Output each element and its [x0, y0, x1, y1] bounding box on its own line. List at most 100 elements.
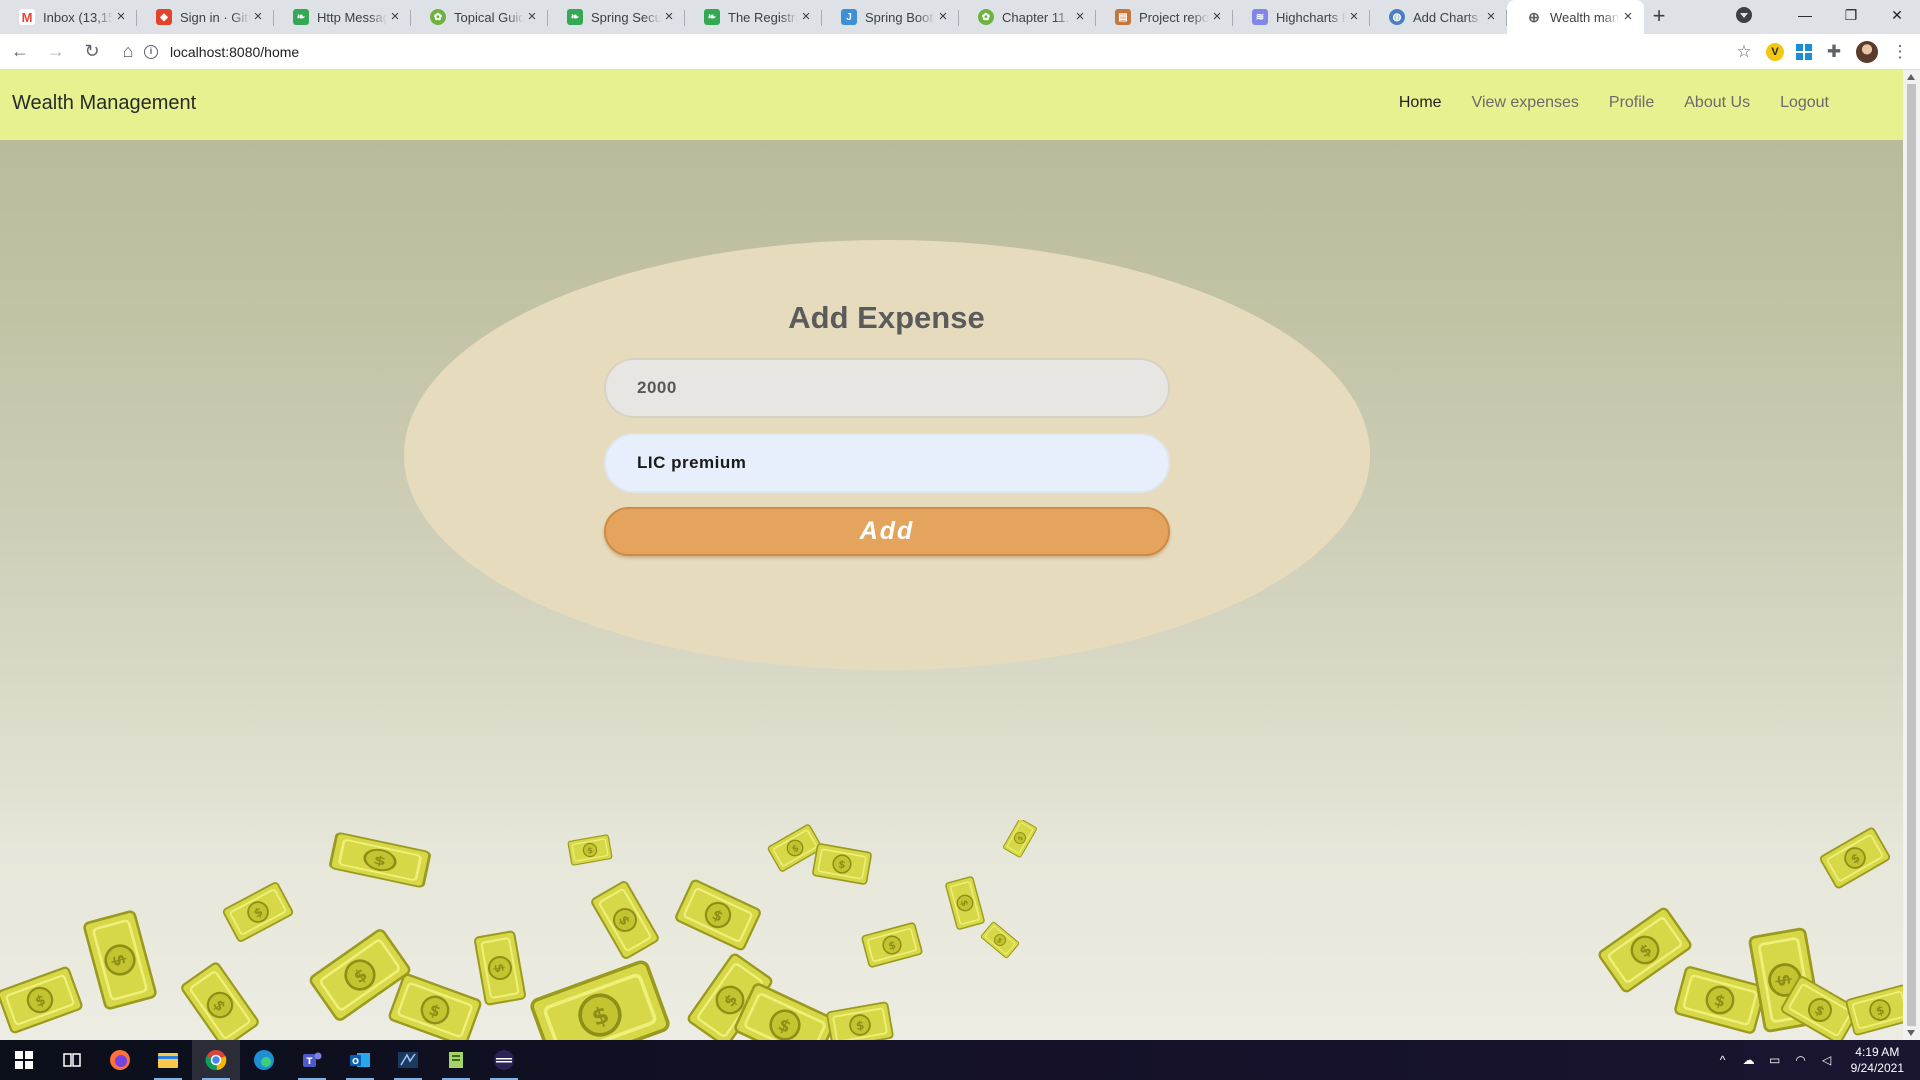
- browser-tab[interactable]: J Spring Boot T×: [822, 0, 959, 34]
- add-expense-button[interactable]: Add: [604, 507, 1170, 556]
- close-tab-icon[interactable]: ×: [250, 9, 266, 25]
- mysql-workbench-icon[interactable]: [384, 1040, 432, 1080]
- close-window-icon[interactable]: ✕: [1874, 0, 1920, 30]
- close-tab-icon[interactable]: ×: [524, 9, 540, 25]
- toolbar-actions: ☆ V ✚ ⋮: [1734, 38, 1910, 66]
- spring-icon: ✿: [978, 9, 994, 25]
- nav-link-view-expenses[interactable]: View expenses: [1472, 94, 1579, 112]
- browser-tab-active[interactable]: ⊕ Wealth mana ×: [1507, 0, 1644, 34]
- tab-title: The Registration: [728, 9, 798, 25]
- file-explorer-icon[interactable]: [144, 1040, 192, 1080]
- gitlab-icon: ◆: [156, 9, 172, 25]
- browser-tab[interactable]: ▤ Project report×: [1096, 0, 1233, 34]
- bookmark-star-icon[interactable]: ☆: [1734, 42, 1754, 62]
- globe-icon: ◍: [1389, 9, 1405, 25]
- close-tab-icon[interactable]: ×: [387, 9, 403, 25]
- minimize-icon[interactable]: —: [1782, 0, 1828, 30]
- globe-gray-icon: ⊕: [1526, 9, 1542, 25]
- notepad-plus-icon[interactable]: [432, 1040, 480, 1080]
- nav-link-home[interactable]: Home: [1399, 94, 1442, 112]
- battery-icon[interactable]: ▭: [1767, 1052, 1783, 1068]
- tab-title: Spring Boot T: [865, 9, 935, 25]
- close-tab-icon[interactable]: ×: [113, 9, 129, 25]
- firefox-icon[interactable]: [96, 1040, 144, 1080]
- forward-arrow-icon[interactable]: →: [40, 36, 72, 68]
- scroll-up-icon[interactable]: [1907, 74, 1915, 80]
- site-navbar: Wealth Management Home View expenses Pro…: [0, 70, 1903, 140]
- leaf-doc-icon: ❧: [704, 9, 720, 25]
- close-tab-icon[interactable]: ×: [1209, 9, 1225, 25]
- network-icon[interactable]: ◠: [1793, 1052, 1809, 1068]
- leaf-doc-icon: ❧: [293, 9, 309, 25]
- tab-title: Highcharts E: [1276, 9, 1346, 25]
- amount-field[interactable]: 2000: [604, 358, 1170, 418]
- spring-icon: ✿: [430, 9, 446, 25]
- task-view-icon[interactable]: [48, 1040, 96, 1080]
- nav-link-profile[interactable]: Profile: [1609, 94, 1654, 112]
- taskbar-clock[interactable]: 4:19 AM 9/24/2021: [1851, 1044, 1904, 1076]
- eclipse-icon[interactable]: [480, 1040, 528, 1080]
- profile-avatar[interactable]: [1856, 41, 1878, 63]
- tab-title: Add Charts to: [1413, 9, 1483, 25]
- clock-time: 4:19 AM: [1855, 1045, 1900, 1059]
- tab-title: Inbox (13,151): [43, 9, 113, 25]
- system-tray: ^ ☁ ▭ ◠ ◁ 4:19 AM 9/24/2021: [1715, 1040, 1920, 1080]
- browser-tab[interactable]: ❧ Http Messages×: [274, 0, 411, 34]
- url-text[interactable]: localhost:8080/home: [170, 44, 299, 60]
- browser-tab[interactable]: ❧ Spring Security×: [548, 0, 685, 34]
- browser-tab[interactable]: ◍ Add Charts to×: [1370, 0, 1507, 34]
- gmail-icon: M: [19, 9, 35, 25]
- onedrive-cloud-icon[interactable]: ☁: [1741, 1052, 1757, 1068]
- browser-tab[interactable]: ≋ Highcharts E ×: [1233, 0, 1370, 34]
- browser-tab[interactable]: ❧ The Registration×: [685, 0, 822, 34]
- extensions-puzzle-icon[interactable]: ✚: [1824, 42, 1844, 62]
- highcharts-icon: ≋: [1252, 9, 1268, 25]
- home-icon[interactable]: ⌂: [112, 36, 144, 68]
- description-field[interactable]: LIC premium: [604, 433, 1170, 493]
- close-tab-icon[interactable]: ×: [661, 9, 677, 25]
- svg-text:O: O: [352, 1057, 359, 1066]
- close-tab-icon[interactable]: ×: [1483, 9, 1499, 25]
- more-menu-icon[interactable]: ⋮: [1890, 42, 1910, 62]
- close-tab-icon[interactable]: ×: [798, 9, 814, 25]
- browser-tab[interactable]: ✿ Topical Guide×: [411, 0, 548, 34]
- nav-link-about-us[interactable]: About Us: [1684, 94, 1750, 112]
- browser-tab[interactable]: M Inbox (13,151)×: [0, 0, 137, 34]
- tab-title: Project report: [1139, 9, 1209, 25]
- volume-muted-icon[interactable]: ◁: [1819, 1052, 1835, 1068]
- page-scrollbar[interactable]: [1903, 70, 1920, 1040]
- restore-icon[interactable]: ❐: [1828, 0, 1874, 30]
- nav-link-logout[interactable]: Logout: [1780, 94, 1829, 112]
- teams-icon[interactable]: T: [288, 1040, 336, 1080]
- close-tab-icon[interactable]: ×: [1072, 9, 1088, 25]
- outlook-icon[interactable]: O: [336, 1040, 384, 1080]
- address-bar[interactable]: i localhost:8080/home: [144, 38, 1752, 66]
- brand-title[interactable]: Wealth Management: [12, 92, 196, 115]
- scrollbar-thumb[interactable]: [1907, 84, 1916, 1026]
- new-tab-button[interactable]: +: [1644, 0, 1674, 34]
- site-info-icon[interactable]: i: [144, 45, 158, 59]
- tab-search-icon[interactable]: [1736, 7, 1752, 23]
- close-tab-icon[interactable]: ×: [1346, 9, 1362, 25]
- report-icon: ▤: [1115, 9, 1131, 25]
- form-title: Add Expense: [788, 300, 985, 335]
- tab-title: Chapter 11. D: [1002, 9, 1072, 25]
- browser-tab[interactable]: ✿ Chapter 11. D×: [959, 0, 1096, 34]
- tab-title: Http Messages: [317, 9, 387, 25]
- browser-tab[interactable]: ◆ Sign in · GitLab×: [137, 0, 274, 34]
- reload-icon[interactable]: ↻: [76, 36, 108, 68]
- money-bill-icon: [0, 820, 1903, 1040]
- windows-start-icon[interactable]: [0, 1040, 48, 1080]
- close-tab-icon[interactable]: ×: [935, 9, 951, 25]
- scroll-down-icon[interactable]: [1907, 1030, 1915, 1036]
- chrome-icon[interactable]: [192, 1040, 240, 1080]
- edge-icon[interactable]: [240, 1040, 288, 1080]
- page-viewport: Wealth Management Home View expenses Pro…: [0, 70, 1903, 1040]
- show-hidden-icons-icon[interactable]: ^: [1715, 1052, 1731, 1068]
- extension-v-icon[interactable]: V: [1766, 43, 1784, 61]
- extension-windows-icon[interactable]: [1796, 44, 1812, 60]
- tab-title: Topical Guide: [454, 9, 524, 25]
- close-tab-icon[interactable]: ×: [1620, 9, 1636, 25]
- tab-title: Wealth mana: [1550, 9, 1620, 25]
- back-arrow-icon[interactable]: ←: [4, 36, 36, 68]
